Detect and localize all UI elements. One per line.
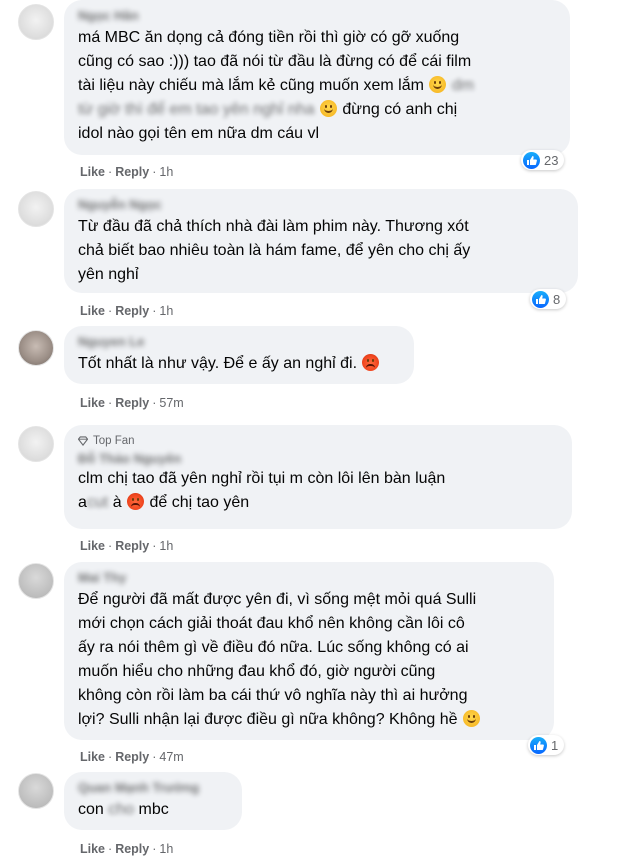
comment-author[interactable]: Nguyen Le bbox=[78, 334, 400, 350]
smile-emoji-icon bbox=[463, 710, 480, 727]
avatar[interactable] bbox=[18, 426, 54, 462]
like-icon bbox=[532, 290, 549, 308]
reaction-number: 8 bbox=[553, 291, 561, 307]
avatar[interactable] bbox=[18, 563, 54, 599]
like-icon bbox=[530, 736, 547, 754]
comment-author[interactable]: Mai Thy bbox=[78, 570, 540, 586]
like-link[interactable]: Like bbox=[80, 750, 105, 764]
smile-emoji-icon bbox=[319, 100, 337, 117]
timestamp[interactable]: 1h bbox=[159, 165, 173, 179]
like-link[interactable]: Like bbox=[80, 539, 105, 553]
comment-actions: Like · Reply · 1h bbox=[80, 304, 174, 318]
comment-author[interactable]: Đỗ Thảo Nguyên bbox=[78, 451, 558, 467]
angry-emoji-icon bbox=[127, 493, 145, 510]
comment-author[interactable]: Nguyễn Ngọc bbox=[78, 197, 564, 213]
reply-link[interactable]: Reply bbox=[115, 396, 149, 410]
timestamp[interactable]: 47m bbox=[159, 750, 183, 764]
reply-link[interactable]: Reply bbox=[115, 842, 149, 856]
angry-emoji-icon bbox=[362, 354, 380, 371]
like-link[interactable]: Like bbox=[80, 304, 105, 318]
comment-bubble: Quan Mạnh Trường con cho mbc bbox=[64, 772, 242, 830]
like-icon bbox=[523, 151, 540, 169]
avatar[interactable] bbox=[18, 773, 54, 809]
reaction-number: 23 bbox=[544, 152, 559, 168]
timestamp[interactable]: 57m bbox=[159, 396, 183, 410]
comment-text: Để người đã mất được yên đi, vì sống mệt… bbox=[78, 588, 540, 732]
timestamp[interactable]: 1h bbox=[159, 842, 173, 856]
comment-text: má MBC ăn dọng cả đóng tiền rồi thì giờ … bbox=[78, 29, 475, 142]
comment-text: con cho mbc bbox=[78, 801, 169, 818]
avatar[interactable] bbox=[18, 191, 54, 227]
comment-text: Từ đầu đã chả thích nhà đài làm phim này… bbox=[78, 218, 471, 283]
top-fan-badge: Top Fan bbox=[78, 434, 558, 448]
comment-bubble: Ngọc Hân má MBC ăn dọng cả đóng tiền rồi… bbox=[64, 0, 570, 155]
timestamp[interactable]: 1h bbox=[159, 304, 173, 318]
like-link[interactable]: Like bbox=[80, 396, 105, 410]
reply-link[interactable]: Reply bbox=[115, 750, 149, 764]
timestamp[interactable]: 1h bbox=[159, 539, 173, 553]
comment-actions: Like · Reply · 1h bbox=[80, 539, 174, 553]
reply-link[interactable]: Reply bbox=[115, 539, 149, 553]
like-link[interactable]: Like bbox=[80, 165, 105, 179]
comment-actions: Like · Reply · 1h bbox=[80, 165, 174, 179]
reply-link[interactable]: Reply bbox=[115, 304, 149, 318]
like-link[interactable]: Like bbox=[80, 842, 105, 856]
comment-author[interactable]: Quan Mạnh Trường bbox=[78, 780, 228, 796]
comment-bubble: Mai Thy Để người đã mất được yên đi, vì … bbox=[64, 562, 554, 740]
comment-actions: Like · Reply · 1h bbox=[80, 842, 174, 856]
diamond-icon bbox=[78, 436, 88, 446]
comment-text: clm chị tao đã yên nghỉ rồi tụi m còn lô… bbox=[78, 470, 446, 511]
reply-link[interactable]: Reply bbox=[115, 165, 149, 179]
reaction-count[interactable]: 1 bbox=[528, 735, 565, 755]
comment-bubble: Nguyen Le Tốt nhất là như vậy. Để e ấy a… bbox=[64, 326, 414, 384]
avatar[interactable] bbox=[18, 4, 54, 40]
comment-author[interactable]: Ngọc Hân bbox=[78, 8, 556, 24]
reaction-number: 1 bbox=[551, 737, 559, 753]
smile-emoji-icon bbox=[429, 76, 447, 93]
comment-bubble: Top Fan Đỗ Thảo Nguyên clm chị tao đã yê… bbox=[64, 425, 572, 529]
reaction-count[interactable]: 23 bbox=[521, 150, 565, 170]
comment-text: Tốt nhất là như vậy. Để e ấy an nghỉ đi. bbox=[78, 352, 400, 376]
comment-bubble: Nguyễn Ngọc Từ đầu đã chả thích nhà đài … bbox=[64, 189, 578, 293]
comment-actions: Like · Reply · 57m bbox=[80, 396, 184, 410]
avatar[interactable] bbox=[18, 330, 54, 366]
reaction-count[interactable]: 8 bbox=[530, 289, 567, 309]
comment-actions: Like · Reply · 47m bbox=[80, 750, 184, 764]
